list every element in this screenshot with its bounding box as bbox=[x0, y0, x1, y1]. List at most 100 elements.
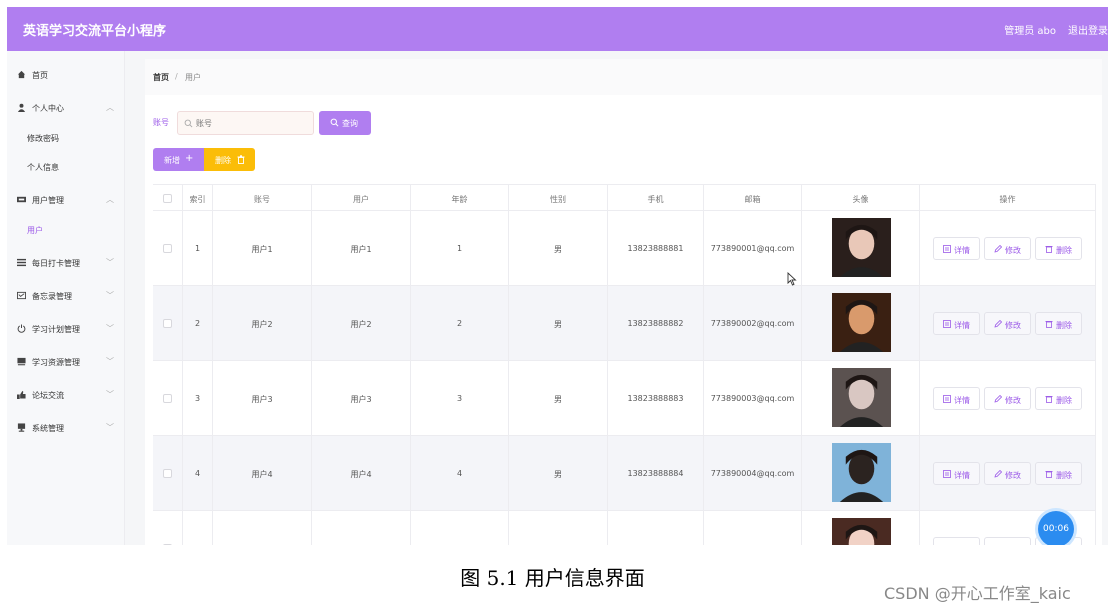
sidebar: 首页 个人中心 ︿ 修改密码 个人信息 用户管理 ︿ 用户 每日打卡管理 ﹀ 备… bbox=[7, 51, 125, 545]
table-row[interactable]: 3 用户3 用户3 3 男 13823888883 773890003@qq.com 详情 修改… bbox=[153, 361, 1096, 436]
sidebar-subitem-change-password[interactable]: 修改密码 bbox=[7, 127, 125, 149]
row-checkbox[interactable] bbox=[163, 469, 172, 478]
sidebar-item-home[interactable]: 首页 bbox=[7, 63, 125, 87]
gender-cell-text: 男 bbox=[554, 320, 562, 329]
search-input[interactable] bbox=[196, 114, 310, 132]
sidebar-item-personal[interactable]: 个人中心 ︿ bbox=[7, 96, 125, 120]
table-row[interactable]: 1 用户1 用户1 1 男 13823888881 773890001@qq.com 详情 修改… bbox=[153, 211, 1096, 286]
select-all-checkbox[interactable] bbox=[163, 194, 172, 203]
gender-cell: 男 bbox=[509, 436, 608, 510]
chevron-down-icon: ﹀ bbox=[106, 357, 114, 366]
chevron-down-icon: ﹀ bbox=[106, 291, 114, 300]
table-row[interactable]: 4 用户4 用户4 4 男 13823888884 773890004@qq.com 详情 修改… bbox=[153, 436, 1096, 511]
add-button[interactable]: 新增 + bbox=[153, 148, 204, 171]
avatar bbox=[832, 443, 891, 502]
sidebar-item-daily-checkin[interactable]: 每日打卡管理 ﹀ bbox=[7, 251, 125, 275]
edit-icon bbox=[994, 470, 1002, 478]
sidebar-item-system[interactable]: 系统管理 ﹀ bbox=[7, 416, 125, 440]
table-row[interactable]: 5用户5用户55男13823888885773890005@qq.com详情修改… bbox=[153, 511, 1096, 545]
account-cell: 用户3 bbox=[213, 361, 312, 435]
avatar bbox=[832, 368, 891, 427]
detail-button[interactable]: 详情 bbox=[933, 537, 980, 545]
sidebar-item-forum[interactable]: 论坛交流 ﹀ bbox=[7, 383, 125, 407]
detail-icon bbox=[943, 320, 951, 328]
query-button[interactable]: 查询 bbox=[319, 111, 371, 135]
account-cell-text: 用户4 bbox=[251, 470, 273, 479]
detail-button[interactable]: 详情 bbox=[933, 387, 980, 410]
sidebar-item-label: 学习资源管理 bbox=[32, 358, 80, 367]
gender-cell-text: 男 bbox=[509, 544, 607, 545]
edit-button[interactable]: 修改 bbox=[984, 237, 1031, 260]
main-panel: 账号 查询 新增 + 删除 索引账号用户年龄性别手机邮箱头像操作1用户1用户11… bbox=[145, 95, 1102, 545]
detail-button[interactable]: 详情 bbox=[933, 462, 980, 485]
user-icon bbox=[17, 103, 26, 112]
row-checkbox[interactable] bbox=[163, 394, 172, 403]
edit-button-label: 修改 bbox=[1005, 471, 1021, 480]
chevron-down-icon: ﹀ bbox=[106, 390, 114, 399]
sidebar-item-study-resources[interactable]: 学习资源管理 ﹀ bbox=[7, 350, 125, 374]
breadcrumb-home[interactable]: 首页 bbox=[153, 72, 169, 83]
delete-button[interactable]: 删除 bbox=[1035, 312, 1082, 335]
chevron-down-icon: ﹀ bbox=[106, 324, 114, 333]
power-icon bbox=[17, 324, 26, 333]
detail-button[interactable]: 详情 bbox=[933, 312, 980, 335]
sidebar-item-study-plan[interactable]: 学习计划管理 ﹀ bbox=[7, 317, 125, 341]
row-checkbox[interactable] bbox=[163, 319, 172, 328]
chevron-down-icon: ﹀ bbox=[106, 423, 114, 432]
breadcrumb-separator: / bbox=[175, 72, 178, 81]
recording-timer[interactable]: 00:06 bbox=[1038, 511, 1074, 545]
account-cell-text: 用户2 bbox=[251, 320, 273, 329]
sidebar-subitem-users[interactable]: 用户 bbox=[7, 219, 125, 241]
top-bar: 英语学习交流平台小程序 管理员 abo 退出登录 bbox=[7, 7, 1108, 51]
age-cell-text: 2 bbox=[456, 319, 463, 328]
age-cell-text: 1 bbox=[456, 244, 463, 253]
edit-button-label: 修改 bbox=[1005, 321, 1021, 330]
detail-button-label: 详情 bbox=[954, 246, 970, 255]
edit-button[interactable]: 修改 bbox=[984, 387, 1031, 410]
mouse-cursor bbox=[787, 271, 797, 290]
logout-link[interactable]: 退出登录 bbox=[1068, 22, 1108, 37]
table-row[interactable]: 2 用户2 用户2 2 男 13823888882 773890002@qq.com 详情 修改… bbox=[153, 286, 1096, 361]
row-checkbox[interactable] bbox=[163, 244, 172, 253]
column-header-label: 索引 bbox=[189, 195, 206, 204]
delete-button[interactable]: 删除 bbox=[1035, 237, 1082, 260]
age-cell: 5 bbox=[411, 511, 509, 545]
trash-icon bbox=[1045, 246, 1053, 253]
avatar bbox=[832, 218, 891, 277]
row-checkbox[interactable] bbox=[163, 544, 172, 545]
index-cell-text: 2 bbox=[194, 319, 201, 328]
sidebar-subitem-label: 个人信息 bbox=[27, 163, 59, 172]
search-field[interactable] bbox=[177, 111, 314, 135]
edit-button[interactable]: 修改 bbox=[984, 462, 1031, 485]
sidebar-subitem-profile[interactable]: 个人信息 bbox=[7, 156, 125, 178]
account-cell-text: 用户5 bbox=[213, 544, 311, 545]
sidebar-item-label: 备忘录管理 bbox=[32, 292, 72, 301]
detail-icon bbox=[943, 395, 951, 403]
batch-delete-button[interactable]: 删除 bbox=[204, 148, 255, 171]
account-cell: 用户1 bbox=[213, 211, 312, 285]
email-cell-text: 773890005@qq.com bbox=[704, 544, 801, 545]
email-cell: 773890004@qq.com bbox=[704, 436, 802, 510]
chevron-up-icon: ︿ bbox=[106, 103, 114, 112]
edit-button[interactable]: 修改 bbox=[984, 312, 1031, 335]
delete-button[interactable]: 删除 bbox=[1035, 462, 1082, 485]
sidebar-item-user-management[interactable]: 用户管理 ︿ bbox=[7, 188, 125, 212]
user-cell-text: 用户2 bbox=[350, 320, 372, 329]
search-label: 账号 bbox=[153, 118, 169, 127]
column-header-label: 性别 bbox=[550, 195, 566, 204]
sidebar-subitem-label: 用户 bbox=[27, 226, 43, 235]
phone-cell-text: 13823888883 bbox=[627, 394, 684, 403]
delete-button[interactable]: 删除 bbox=[1035, 387, 1082, 410]
sidebar-item-label: 个人中心 bbox=[32, 104, 64, 113]
detail-button[interactable]: 详情 bbox=[933, 237, 980, 260]
index-cell-text: 4 bbox=[194, 469, 201, 478]
sidebar-item-label: 论坛交流 bbox=[32, 391, 64, 400]
sidebar-item-memo[interactable]: 备忘录管理 ﹀ bbox=[7, 284, 125, 308]
plus-icon: + bbox=[185, 153, 194, 164]
user-cell: 用户4 bbox=[312, 436, 411, 510]
phone-cell-text: 13823888881 bbox=[627, 244, 684, 253]
edit-button[interactable]: 修改 bbox=[984, 537, 1031, 545]
resource-icon bbox=[17, 357, 26, 366]
delete-button-label: 删除 bbox=[1056, 396, 1072, 405]
column-header-label: 邮箱 bbox=[744, 195, 761, 204]
